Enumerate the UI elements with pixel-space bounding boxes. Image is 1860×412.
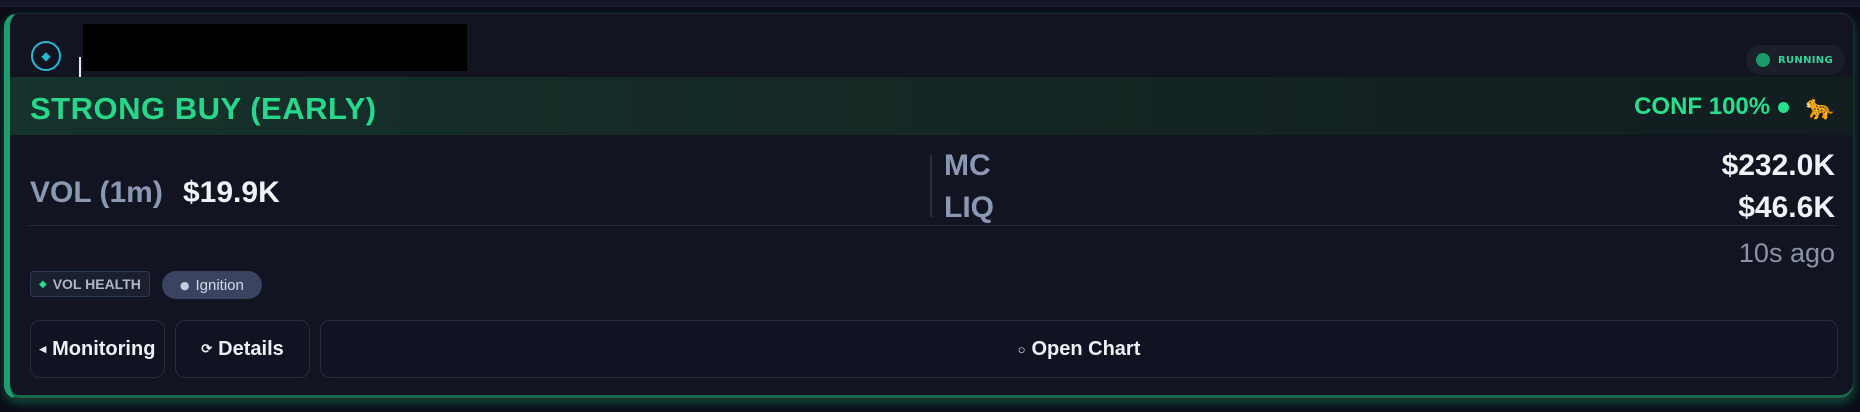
liquidity-label: LIQ [944,191,994,224]
action-bar: ◂ Monitoring ⟳ Details ○ Open Chart [30,320,1838,378]
open-chart-button[interactable]: ○ Open Chart [320,320,1838,378]
status-dot-icon [1756,53,1770,67]
refresh-icon: ⟳ [201,341,213,356]
timestamp: 10s ago [1738,238,1835,268]
text-cursor [79,57,81,79]
volume-value: $19.9K [183,176,280,209]
status-label: RUNNING [1778,54,1833,66]
confidence-text: CONF 100% [1634,93,1771,120]
diamond-icon: ◆ [39,278,47,290]
circle-icon: ○ [1017,341,1026,357]
liquidity-value: $46.6K [1738,191,1835,224]
phase-label: Ignition [195,276,244,294]
token-diamond-icon: ◆ [31,41,61,71]
section-divider [28,225,1837,226]
bullet-icon: ● [179,278,190,292]
monitoring-button[interactable]: ◂ Monitoring [30,320,165,378]
phase-tag: ● Ignition [161,271,262,299]
signal-title: STRONG BUY (EARLY) [30,91,377,126]
tag-row: ◆ VOL HEALTH ● Ignition [30,271,262,299]
vol-health-tag: ◆ VOL HEALTH [30,271,150,297]
metrics-section: VOL (1m) $19.9K MC $232.0K LIQ $46.6K [10,136,1853,236]
market-cap-label: MC [944,149,991,182]
open-chart-label: Open Chart [1031,337,1141,360]
status-badge: RUNNING [1746,45,1845,75]
metrics-divider [930,155,932,217]
signal-card: ◆ RUNNING STRONG BUY (EARLY) CONF 100% 🐆… [4,13,1854,399]
monitoring-label: Monitoring [52,337,156,360]
details-label: Details [218,337,284,360]
market-cap-value: $232.0K [1721,149,1835,182]
volume-label: VOL (1m) [30,176,163,209]
vol-health-label: VOL HEALTH [52,276,141,292]
confidence-group: CONF 100% 🐆 [1634,93,1835,121]
cheetah-icon: 🐆 [1805,93,1835,121]
details-button[interactable]: ⟳ Details [175,320,310,378]
redacted-token-name [83,24,467,71]
green-dot-icon [1778,101,1790,113]
back-arrow-icon: ◂ [39,341,47,356]
signal-banner: STRONG BUY (EARLY) CONF 100% 🐆 [10,77,1853,135]
card-header: ◆ RUNNING [10,14,1853,79]
top-edge-bar [0,0,1860,7]
